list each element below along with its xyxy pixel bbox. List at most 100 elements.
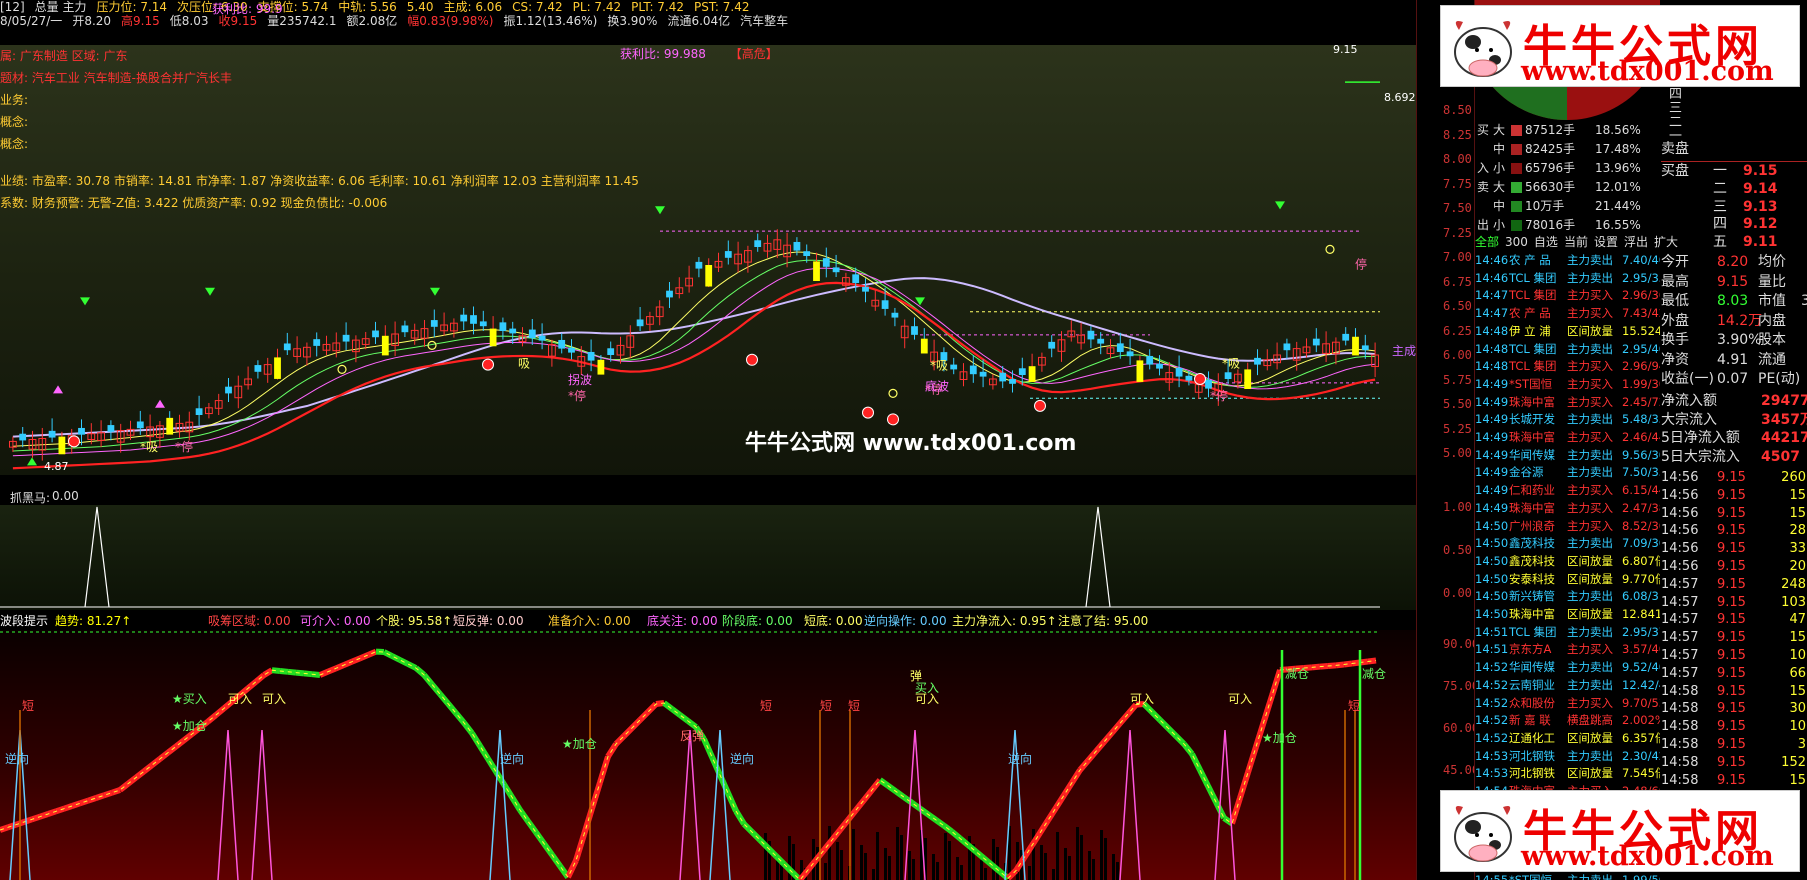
- candle-body-down: [1048, 341, 1056, 349]
- radar-trade-row[interactable]: 14:52华闻传媒主力卖出 9.52/40: [1475, 659, 1660, 677]
- radar-trade-row[interactable]: 14:52众和股份主力买入 9.70/53: [1475, 695, 1660, 713]
- tick-row[interactable]: 14:58 9.15 152: [1661, 753, 1807, 772]
- stock-list-tab[interactable]: 全部: [1475, 235, 1499, 249]
- stat-label: 净资: [1661, 351, 1689, 368]
- radar-trade-row[interactable]: 14:49金谷源 主力卖出 7.50/35: [1475, 464, 1660, 482]
- logo-url: www.tdx001.com: [1521, 56, 1774, 87]
- radar-trade-row[interactable]: 14:47农 产 品 主力买入 7.43/42: [1475, 305, 1660, 323]
- oscillator-panel[interactable]: 短逆向 ★买入 ★加仓 可入 可入 逆向 ★加仓 反弹 逆向短短弹买入 可入 逆向 可入 可入 ★加仓 减仓…: [0, 630, 1416, 880]
- oscillator-marker: ★加仓: [172, 719, 207, 733]
- tick-time: 14:58: [1661, 701, 1699, 717]
- candle-body-highlight: [381, 335, 389, 356]
- radar-trade-row[interactable]: 14:50鑫茂科技区间放量 6.807倍: [1475, 553, 1660, 571]
- radar-trade-row[interactable]: 14:49珠海中富主力买入 2.47/38: [1475, 500, 1660, 518]
- radar-trade-row[interactable]: 14:50安泰科技区间放量 9.770倍: [1475, 571, 1660, 589]
- tick-row[interactable]: 14:56 9.15 15: [1661, 504, 1807, 523]
- candlestick-chart[interactable]: *吸 *停吸*停拐波*吸*停底波*吸*停停: [0, 45, 1416, 475]
- tick-row[interactable]: 14:56 9.15 28: [1661, 521, 1807, 540]
- stock-list-tabs[interactable]: 全部 300 自选 当前 设置 浮出 扩大: [1475, 233, 1678, 251]
- tick-price: 9.15: [1717, 559, 1746, 574]
- radar-trade-row[interactable]: 14:47TCL 集团主力买入 2.96/36: [1475, 287, 1660, 305]
- radar-trade-row[interactable]: 14:49长城开发主力卖出 5.48/35: [1475, 411, 1660, 429]
- tick-row[interactable]: 14:56 9.15 260: [1661, 468, 1807, 487]
- tick-row[interactable]: 14:56 9.15 33: [1661, 539, 1807, 558]
- tick-volume: 15: [1789, 505, 1806, 521]
- radar-trade-row[interactable]: 14:55*ST国恒 主力卖出 1.99/50: [1475, 872, 1660, 880]
- cow-logo-icon: [1454, 21, 1512, 77]
- flow-value: 3457万: [1761, 411, 1807, 428]
- radar-trade-row[interactable]: 14:52新 嘉 联 横盘跳高 2.002%: [1475, 712, 1660, 730]
- tick-row[interactable]: 14:58 9.15 15: [1661, 771, 1807, 790]
- radar-trade-row[interactable]: 14:48伊 立 浦 区间放量 15.524倍: [1475, 323, 1660, 341]
- tick-row[interactable]: 14:58 9.15 30: [1661, 699, 1807, 718]
- trade-action: 区间放量: [1567, 607, 1613, 621]
- tick-row[interactable]: 14:58 9.15 10: [1661, 717, 1807, 736]
- chart-annotation: *吸: [140, 440, 158, 454]
- volume-bar: [980, 860, 983, 880]
- tick-time: 14:58: [1661, 683, 1699, 699]
- radar-trade-row[interactable]: 14:51TCL 集团主力卖出 2.95/37: [1475, 624, 1660, 642]
- oscillator-field: 逆向操作: 0.00: [864, 612, 947, 629]
- price-tick: 8.25: [1443, 127, 1472, 142]
- main-chart-panel[interactable]: 属: 广东制造 区域: 广东 题材: 汽车工业 汽车制造-换股合并广汽长丰 业务: 概…: [0, 45, 1416, 475]
- oscillator-field: 准备介入: 0.00: [548, 612, 631, 629]
- trade-stock: 仁和药业: [1509, 483, 1555, 498]
- trade-time: 14:48: [1475, 323, 1509, 338]
- stock-list-tab[interactable]: 当前: [1564, 235, 1588, 249]
- radar-trade-row[interactable]: 14:49珠海中富主力买入 2.46/44: [1475, 429, 1660, 447]
- tick-row[interactable]: 14:57 9.15 10: [1661, 646, 1807, 665]
- volume-bar: [840, 850, 843, 880]
- price-tick: 8.00: [1443, 152, 1472, 166]
- oscillator-field-value: 0.00: [260, 614, 291, 628]
- oscillator-spike: [217, 729, 239, 880]
- oscillator-field: 注意了结: 95.00: [1058, 612, 1148, 629]
- radar-trade-row[interactable]: 14:50珠海中富区间放量 12.841倍: [1475, 606, 1660, 624]
- candle-body-down: [107, 425, 115, 432]
- tick-row[interactable]: 14:58 9.15 15: [1661, 682, 1807, 701]
- tick-row[interactable]: 14:56 9.15 15: [1661, 486, 1807, 505]
- tick-row[interactable]: 14:56 9.15 20: [1661, 557, 1807, 576]
- high-price-label: 9.15: [1333, 45, 1358, 56]
- radar-trade-row[interactable]: 14:49*ST国恒主力买入 1.99/30: [1475, 376, 1660, 394]
- stock-list-tab[interactable]: 自选: [1534, 235, 1558, 249]
- stock-list-tab[interactable]: 浮出: [1624, 235, 1648, 249]
- tick-row[interactable]: 14:58 9.15 3: [1661, 735, 1807, 754]
- radar-trade-row[interactable]: 14:52辽通化工区间放量 6.357倍: [1475, 730, 1660, 748]
- radar-trade-row[interactable]: 14:50新兴铸管主力卖出 6.08/31: [1475, 588, 1660, 606]
- candle-body-down: [558, 339, 566, 349]
- chart-annotation: *停: [175, 439, 193, 454]
- tick-row[interactable]: 14:57 9.15 66: [1661, 664, 1807, 683]
- radar-trade-row[interactable]: 14:51京东方A 主力买入 3.57/40: [1475, 641, 1660, 659]
- tick-time: 14:56: [1661, 523, 1699, 539]
- tick-volume: 10: [1789, 719, 1806, 735]
- radar-trade-row[interactable]: 14:52云南铜业主力卖出 12.42/4: [1475, 677, 1660, 695]
- radar-trade-row[interactable]: 14:49华闻传媒主力卖出 9.56/30: [1475, 447, 1660, 465]
- tick-row[interactable]: 14:57 9.15 103: [1661, 593, 1807, 612]
- buy-order-price: 9.15: [1743, 163, 1778, 179]
- radar-trade-row[interactable]: 14:53河北钢铁区间放量 7.545倍: [1475, 765, 1660, 783]
- tick-row[interactable]: 14:57 9.15 15: [1661, 628, 1807, 647]
- low-price-label: 4.87: [44, 460, 69, 473]
- flow-size: 中: [1493, 142, 1506, 156]
- price-tick: 6.75: [1443, 274, 1472, 289]
- radar-trade-list[interactable]: 14:46农 产 品主力卖出7.40/4014:46TCL 集团主力卖出2.95…: [1475, 252, 1660, 880]
- radar-trade-row[interactable]: 14:49珠海中富主力买入 2.45/72: [1475, 394, 1660, 412]
- radar-trade-row[interactable]: 14:50鑫茂科技主力卖出 7.09/30: [1475, 535, 1660, 553]
- radar-trade-row[interactable]: 14:48TCL 集团主力买入 2.96/94: [1475, 358, 1660, 376]
- oscillator-field-value: 0.00: [687, 614, 718, 628]
- radar-trade-row[interactable]: 14:46农 产 品 主力卖出 7.40/40: [1475, 252, 1660, 270]
- radar-trade-row[interactable]: 14:50广州浪奇主力买入 8.52/30: [1475, 518, 1660, 536]
- flow-side: 卖: [1477, 180, 1490, 194]
- stock-list-tab[interactable]: 设置: [1594, 235, 1618, 249]
- info-bar: [12] 总量 主力 压力位: 7.14 次压位: 6.30 支撑位: 5.74 中轨: …: [0, 0, 1440, 28]
- stock-list-tab[interactable]: 300: [1505, 235, 1528, 249]
- radar-trade-row[interactable]: 14:53河北钢铁主力卖出 2.30/42: [1475, 748, 1660, 766]
- tick-row[interactable]: 14:57 9.15 248: [1661, 575, 1807, 594]
- trade-time: 14:49: [1475, 483, 1509, 498]
- radar-trade-row[interactable]: 14:48TCL 集团主力卖出 2.95/40: [1475, 341, 1660, 359]
- tick-row[interactable]: 14:57 9.15 47: [1661, 610, 1807, 629]
- buy-order-price: 9.13: [1743, 198, 1778, 215]
- radar-trade-row[interactable]: 14:46TCL 集团主力卖出 2.95/35: [1475, 270, 1660, 288]
- radar-trade-row[interactable]: 14:49仁和药业主力买入 6.15/44: [1475, 482, 1660, 500]
- sub-indicator-panel[interactable]: [0, 505, 1416, 610]
